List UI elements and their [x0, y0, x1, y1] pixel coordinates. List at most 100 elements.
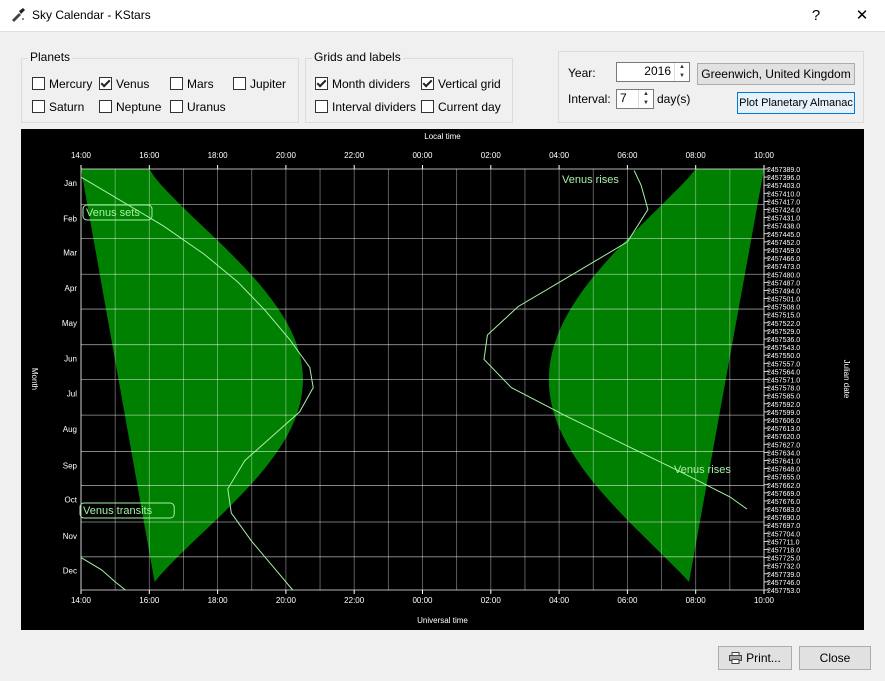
spin-up-icon[interactable]: ▲: [675, 63, 689, 72]
julian-date-label: 2457662.0: [767, 483, 800, 490]
saturn-checkbox[interactable]: Saturn: [32, 99, 84, 115]
close-button[interactable]: Close: [799, 646, 871, 670]
julian-date-label: 2457389.0: [767, 167, 800, 174]
julian-date-label: 2457634.0: [767, 450, 800, 457]
checkbox-uranus[interactable]: [170, 100, 183, 113]
julian-date-label: 2457697.0: [767, 523, 800, 530]
checkbox-vertical-grid[interactable]: [421, 77, 434, 90]
julian-date-label: 2457494.0: [767, 288, 800, 295]
julian-date-label: 2457620.0: [767, 434, 800, 441]
julian-date-label: 2457438.0: [767, 224, 800, 231]
checkbox-month-dividers[interactable]: [315, 77, 328, 90]
julian-date-label: 2457417.0: [767, 199, 800, 206]
current-day-checkbox[interactable]: Current day: [421, 99, 501, 115]
top-axis-title: Local time: [424, 132, 461, 141]
julian-date-label: 2457683.0: [767, 507, 800, 514]
checkbox-neptune[interactable]: [99, 100, 112, 113]
julian-date-label: 2457536.0: [767, 337, 800, 344]
month-tick-label: Jul: [67, 389, 77, 398]
bottom-axis-title: Universal time: [417, 616, 468, 625]
bottom-hour-tick-label: 14:00: [71, 596, 92, 605]
julian-date-label: 2457732.0: [767, 564, 800, 571]
checkbox-jupiter[interactable]: [233, 77, 246, 90]
evening-daylight-area: [81, 169, 303, 582]
bottom-hour-tick-label: 04:00: [549, 596, 570, 605]
julian-date-label: 2457718.0: [767, 548, 800, 555]
top-hour-tick-label: 20:00: [276, 151, 297, 160]
print-button[interactable]: Print...: [718, 646, 792, 670]
julian-date-label: 2457487.0: [767, 280, 800, 287]
sky-calendar-chart: 14:00 14:00 16:00 16:00 18:00 18:00 20:00 20:00…: [30, 132, 851, 625]
julian-date-label: 2457424.0: [767, 207, 800, 214]
mercury-label: Mercury: [49, 77, 93, 91]
controls-group: Year: 2016 ▲ ▼ Greenwich, United Kingdom …: [558, 51, 864, 123]
julian-date-label: 2457543.0: [767, 345, 800, 352]
month-tick-label: Mar: [63, 248, 77, 257]
interval-spinbox[interactable]: 7 ▲ ▼: [616, 89, 654, 109]
bottom-hour-tick-label: 06:00: [617, 596, 638, 605]
saturn-label: Saturn: [49, 100, 85, 114]
uranus-checkbox[interactable]: Uranus: [170, 99, 226, 115]
year-spin-arrows[interactable]: ▲ ▼: [674, 63, 689, 81]
month-tick-label: Apr: [65, 284, 78, 293]
interval-spin-arrows[interactable]: ▲ ▼: [638, 90, 653, 108]
julian-date-label: 2457431.0: [767, 216, 800, 223]
julian-date-label: 2457396.0: [767, 175, 800, 182]
bottom-hour-tick-label: 02:00: [481, 596, 502, 605]
julian-date-label: 2457669.0: [767, 491, 800, 498]
interval-label: Interval:: [568, 92, 611, 106]
print-label: Print...: [746, 651, 781, 665]
close-window-button[interactable]: ✕: [839, 0, 885, 31]
plot-almanac-button[interactable]: Plot Planetary Almanac: [737, 92, 855, 114]
mercury-checkbox[interactable]: Mercury: [32, 76, 92, 92]
julian-date-label: 2457690.0: [767, 515, 800, 522]
spin-down-icon[interactable]: ▼: [639, 99, 653, 108]
interval-value: 7: [620, 91, 627, 105]
year-spinbox[interactable]: 2016 ▲ ▼: [616, 62, 690, 82]
planets-group: Planets Mercury Venus Mars Jupiter Satur…: [21, 50, 299, 123]
checkbox-venus[interactable]: [99, 77, 112, 90]
bottom-hour-tick-label: 00:00: [412, 596, 433, 605]
julian-date-label: 2457466.0: [767, 256, 800, 263]
interval-dividers-checkbox[interactable]: Interval dividers: [315, 99, 416, 115]
spin-down-icon[interactable]: ▼: [675, 72, 689, 81]
top-hour-tick-label: 02:00: [481, 151, 502, 160]
jupiter-checkbox[interactable]: Jupiter: [233, 76, 286, 92]
julian-date-label: 2457473.0: [767, 264, 800, 271]
month-tick-label: Aug: [63, 425, 77, 434]
interval-dividers-label: Interval dividers: [332, 100, 417, 114]
printer-icon: [729, 652, 743, 664]
month-dividers-checkbox[interactable]: Month dividers: [315, 76, 410, 92]
checkbox-current-day[interactable]: [421, 100, 434, 113]
title-bar: Sky Calendar - KStars ? ✕: [0, 0, 885, 32]
spin-up-icon[interactable]: ▲: [639, 90, 653, 99]
julian-date-label: 2457410.0: [767, 191, 800, 198]
top-hour-tick-label: 18:00: [208, 151, 229, 160]
julian-date-label: 2457564.0: [767, 369, 800, 376]
mars-checkbox[interactable]: Mars: [170, 76, 214, 92]
month-tick-label: Oct: [65, 495, 78, 504]
neptune-checkbox[interactable]: Neptune: [99, 99, 161, 115]
year-label: Year:: [568, 66, 596, 80]
venus-rises-top-label-text: Venus rises: [562, 174, 619, 186]
checkbox-saturn[interactable]: [32, 100, 45, 113]
bottom-hour-tick-label: 08:00: [686, 596, 707, 605]
julian-date-label: 2457578.0: [767, 386, 800, 393]
location-button[interactable]: Greenwich, United Kingdom: [697, 63, 855, 85]
bottom-hour-tick-label: 20:00: [276, 596, 297, 605]
top-hour-tick-label: 06:00: [617, 151, 638, 160]
help-button[interactable]: ?: [793, 0, 839, 31]
julian-date-label: 2457459.0: [767, 248, 800, 255]
julian-date-label: 2457599.0: [767, 410, 800, 417]
checkbox-interval-dividers[interactable]: [315, 100, 328, 113]
venus-rises-mid-label-text: Venus rises: [674, 464, 731, 476]
uranus-label: Uranus: [187, 100, 226, 114]
checkbox-mars[interactable]: [170, 77, 183, 90]
bottom-hour-tick-label: 18:00: [208, 596, 229, 605]
julian-date-label: 2457501.0: [767, 297, 800, 304]
vertical-grid-checkbox[interactable]: Vertical grid: [421, 76, 501, 92]
julian-date-label: 2457515.0: [767, 313, 800, 320]
top-hour-tick-label: 22:00: [344, 151, 365, 160]
venus-checkbox[interactable]: Venus: [99, 76, 149, 92]
checkbox-mercury[interactable]: [32, 77, 45, 90]
